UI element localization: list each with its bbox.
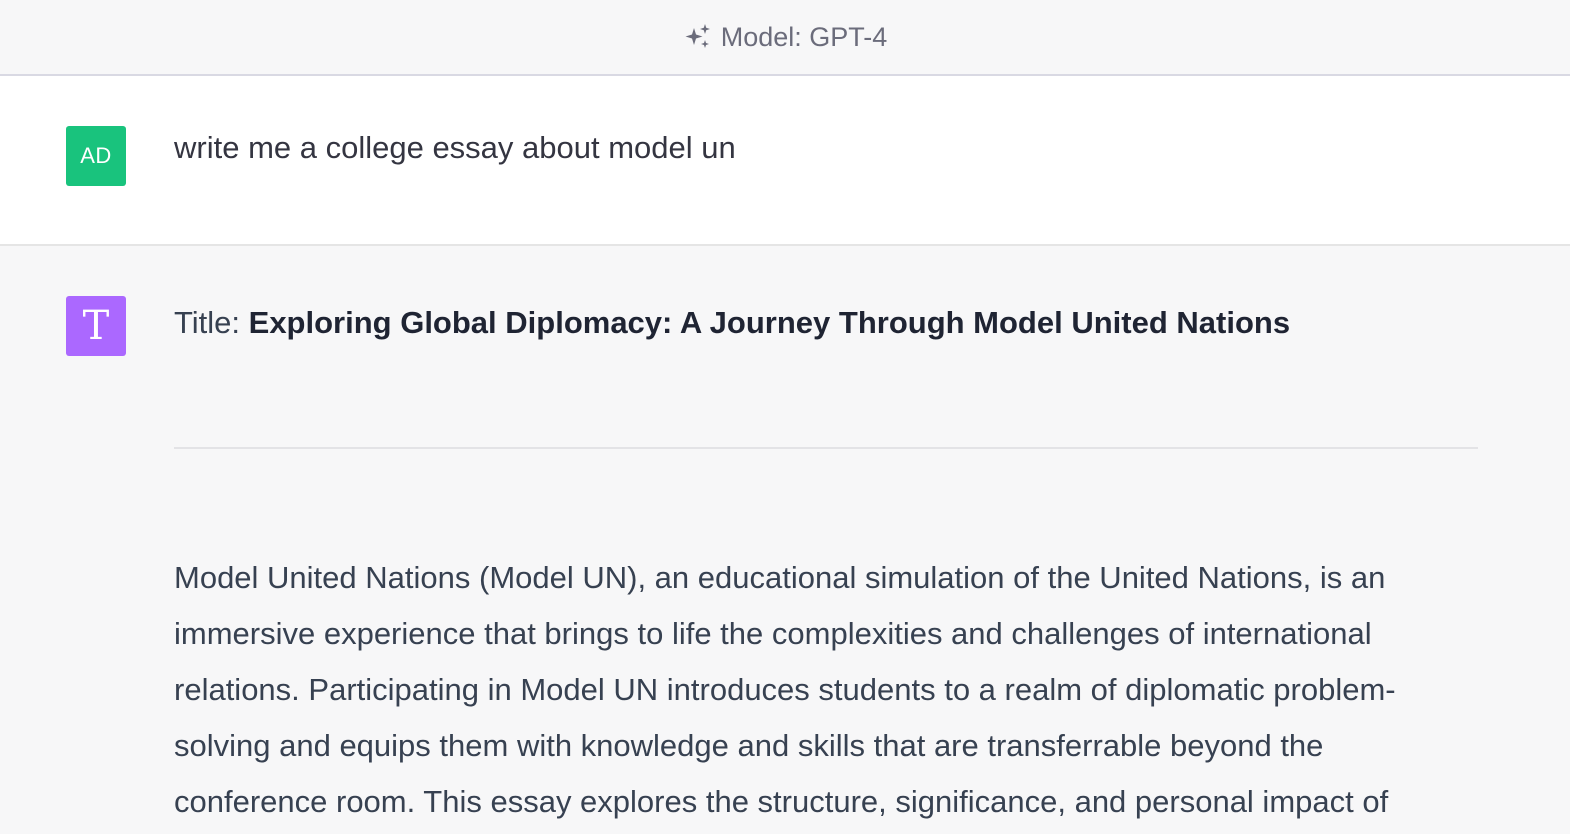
divider (174, 447, 1478, 449)
model-header: Model: GPT-4 (0, 0, 1570, 76)
chat-page: Model: GPT-4 AD write me a college essay… (0, 0, 1570, 834)
essay-title: Exploring Global Diplomacy: A Journey Th… (248, 305, 1291, 340)
essay-title-prefix: Title: (174, 305, 249, 340)
assistant-avatar-glyph: T (82, 303, 110, 349)
model-indicator: Model: GPT-4 (683, 21, 888, 53)
sparkle-icon (683, 22, 713, 52)
assistant-message-row: T Title: Exploring Global Diplomacy: A J… (0, 246, 1570, 834)
model-label: Model: GPT-4 (720, 21, 888, 52)
user-avatar-initials: AD (80, 143, 112, 168)
user-message-row: AD write me a college essay about model … (0, 76, 1570, 246)
user-avatar: AD (66, 126, 126, 186)
assistant-avatar: T (66, 296, 126, 356)
user-message-text: write me a college essay about model un (174, 130, 736, 165)
essay-paragraph: Model United Nations (Model UN), an educ… (174, 560, 1396, 819)
essay-title-line: Title: Exploring Global Diplomacy: A Jou… (174, 305, 1290, 341)
